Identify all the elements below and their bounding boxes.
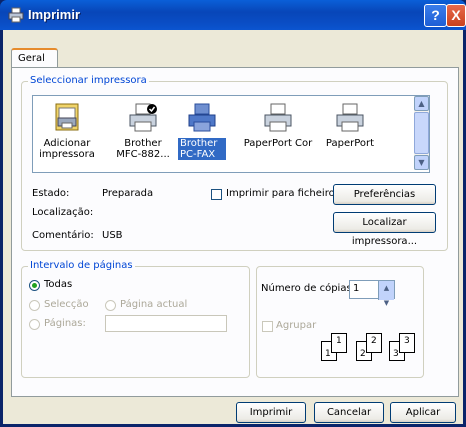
printer-item-paperport-cor[interactable]: PaperPort Cor bbox=[241, 102, 315, 149]
page-range-selection-label: Selecção bbox=[44, 299, 89, 310]
collate-label: Agrupar bbox=[276, 320, 317, 331]
copy-page-icon: 1 bbox=[331, 333, 347, 353]
copies-value: 1 bbox=[353, 283, 360, 294]
apply-button[interactable]: Aplicar bbox=[390, 402, 456, 423]
copies-label: Número de cópias: bbox=[261, 283, 356, 294]
printer-item-brother-mfc[interactable]: Brother MFC-882... bbox=[111, 102, 175, 160]
printer-icon bbox=[262, 102, 294, 134]
scroll-up-icon[interactable]: ▲ bbox=[414, 96, 429, 111]
scroll-thumb[interactable] bbox=[414, 112, 429, 154]
status-label: Estado: bbox=[32, 188, 70, 199]
help-button[interactable]: ? bbox=[424, 4, 447, 27]
copy-page-icon: 2 bbox=[366, 333, 382, 353]
tab-geral[interactable]: Geral bbox=[11, 48, 58, 68]
page-range-all-label: Todas bbox=[44, 279, 73, 290]
page-range-current-label: Página actual bbox=[120, 299, 188, 310]
print-button[interactable]: Imprimir bbox=[236, 402, 306, 423]
copy-page-icon: 3 bbox=[399, 333, 415, 353]
printer-item-label-line1: Brother bbox=[124, 138, 162, 149]
printer-item-label-line2: impressora bbox=[39, 149, 95, 160]
status-value: Preparada bbox=[102, 188, 154, 199]
window-title: Imprimir bbox=[28, 7, 81, 22]
printer-list[interactable]: Adicionar impressora Brother MFC-882... … bbox=[32, 95, 430, 173]
page-range-current-radio[interactable] bbox=[105, 300, 116, 311]
comment-value: USB bbox=[102, 230, 123, 241]
copies-input[interactable]: 1 ▲ ▼ bbox=[349, 280, 395, 307]
find-printer-button[interactable]: Localizar impressora... bbox=[333, 212, 436, 247]
printer-item-label-line1: Brother bbox=[178, 138, 226, 149]
tab-panel: Seleccionar impressora Adicionar impress… bbox=[11, 67, 459, 397]
printer-item-label-line2: PC-FAX bbox=[178, 149, 226, 160]
location-label: Localização: bbox=[32, 207, 94, 218]
printer-item-add[interactable]: Adicionar impressora bbox=[35, 102, 99, 160]
page-range-pages-label: Páginas: bbox=[44, 318, 86, 329]
printer-title-icon bbox=[8, 7, 24, 23]
comment-label: Comentário: bbox=[32, 230, 94, 241]
tab-label: Geral bbox=[18, 53, 45, 64]
print-to-file-label: Imprimir para ficheiro bbox=[226, 188, 335, 199]
page-range-selection-radio[interactable] bbox=[29, 300, 40, 311]
printer-icon bbox=[186, 102, 218, 134]
preferences-button[interactable]: Preferências bbox=[333, 184, 436, 205]
page-range-all-radio[interactable] bbox=[29, 280, 40, 291]
printer-item-label-line1: PaperPort Cor bbox=[243, 138, 313, 149]
close-button[interactable]: X bbox=[446, 4, 466, 27]
page-range-legend: Intervalo de páginas bbox=[28, 260, 135, 271]
printer-group-legend: Seleccionar impressora bbox=[28, 75, 149, 86]
printer-item-brother-pcfax[interactable]: Brother PC-FAX bbox=[178, 102, 226, 160]
printer-item-label-line2: MFC-882... bbox=[116, 149, 170, 160]
default-printer-icon bbox=[127, 102, 159, 134]
page-range-pages-radio[interactable] bbox=[29, 319, 40, 330]
printer-item-paperport[interactable]: PaperPort bbox=[321, 102, 379, 149]
printer-group: Seleccionar impressora Adicionar impress… bbox=[21, 75, 448, 251]
printer-icon bbox=[334, 102, 366, 134]
print-to-file-checkbox[interactable] bbox=[211, 189, 222, 200]
copies-spinner-icon[interactable]: ▲ ▼ bbox=[378, 281, 394, 307]
scroll-down-icon[interactable]: ▼ bbox=[414, 155, 429, 170]
printer-item-label-line1: PaperPort bbox=[325, 138, 375, 149]
page-range-group: Intervalo de páginas Todas Selecção Pági… bbox=[21, 260, 250, 378]
printer-item-label-line1: Adicionar bbox=[43, 138, 91, 149]
cancel-button[interactable]: Cancelar bbox=[314, 402, 384, 423]
print-dialog-window: Imprimir ? X Geral Seleccionar impressor… bbox=[0, 0, 466, 427]
dialog-body: Geral Seleccionar impressora Adicionar i… bbox=[3, 30, 463, 424]
pages-input[interactable] bbox=[105, 315, 227, 332]
add-printer-icon bbox=[51, 102, 83, 134]
collate-checkbox[interactable] bbox=[262, 321, 273, 332]
copies-group: Número de cópias: 1 ▲ ▼ Agrupar 1 1 2 2 3… bbox=[256, 266, 424, 378]
title-bar[interactable]: Imprimir ? X bbox=[0, 0, 466, 30]
printer-list-scrollbar[interactable]: ▲ ▼ bbox=[414, 96, 429, 170]
